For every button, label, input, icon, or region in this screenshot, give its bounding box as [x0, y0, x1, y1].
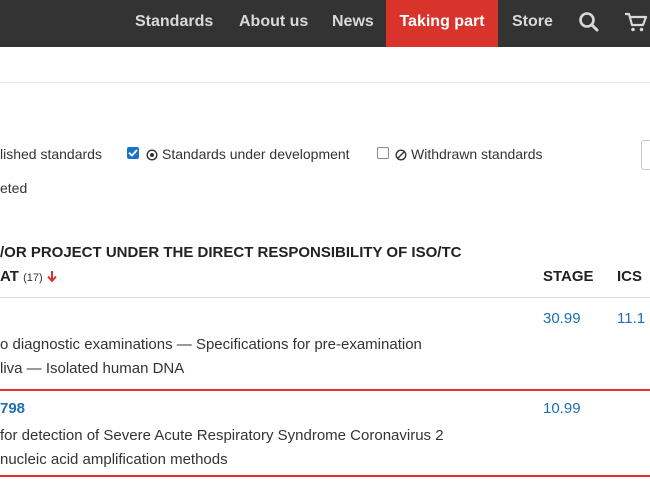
- stage-column-header[interactable]: STAGE: [543, 268, 594, 285]
- sort-arrow-down-icon[interactable]: [47, 268, 57, 285]
- deleted-label[interactable]: eted: [0, 180, 27, 196]
- search-icon[interactable]: [576, 0, 602, 47]
- section-heading: /OR PROJECT UNDER THE DIRECT RESPONSIBIL…: [0, 244, 462, 261]
- nav-about-us[interactable]: About us: [239, 0, 308, 47]
- published-standards-label[interactable]: lished standards: [0, 146, 102, 162]
- sort-header[interactable]: AT (17): [0, 268, 57, 285]
- ics-column-header[interactable]: ICS: [617, 268, 642, 285]
- row-1-ics-link[interactable]: 11.1: [617, 310, 645, 327]
- nav-standards[interactable]: Standards: [135, 0, 213, 47]
- nav-news[interactable]: News: [332, 0, 374, 47]
- cart-icon[interactable]: [622, 0, 650, 47]
- withdrawn-standards-label[interactable]: Withdrawn standards: [411, 146, 543, 162]
- withdrawn-standards-checkbox[interactable]: [377, 147, 389, 159]
- withdrawn-icon: [395, 148, 407, 166]
- nav-taking-part[interactable]: Taking part: [386, 0, 498, 47]
- row-1-stage-link[interactable]: 30.99: [543, 310, 581, 327]
- secondary-bar: [0, 47, 650, 83]
- row-2-reference-link[interactable]: 798: [0, 400, 25, 417]
- header-divider: [0, 297, 650, 298]
- row-2-title-line1: for detection of Severe Acute Respirator…: [0, 427, 444, 444]
- search-field[interactable]: [641, 140, 650, 170]
- standards-under-development-checkbox[interactable]: [127, 147, 139, 159]
- row-2-stage-link[interactable]: 10.99: [543, 400, 581, 417]
- result-count: (17): [23, 272, 43, 284]
- sort-header-label: AT: [0, 268, 19, 285]
- row-2-title-line2: nucleic acid amplification methods: [0, 451, 228, 468]
- row-1-title-line2: liva — Isolated human DNA: [0, 360, 185, 377]
- under-development-icon: [146, 148, 158, 166]
- nav-store[interactable]: Store: [512, 0, 553, 47]
- standards-under-development-label[interactable]: Standards under development: [162, 146, 350, 162]
- top-navigation-bar: Standards About us News Taking part Stor…: [0, 0, 650, 48]
- row-1-title-line1: o diagnostic examinations — Specificatio…: [0, 336, 422, 353]
